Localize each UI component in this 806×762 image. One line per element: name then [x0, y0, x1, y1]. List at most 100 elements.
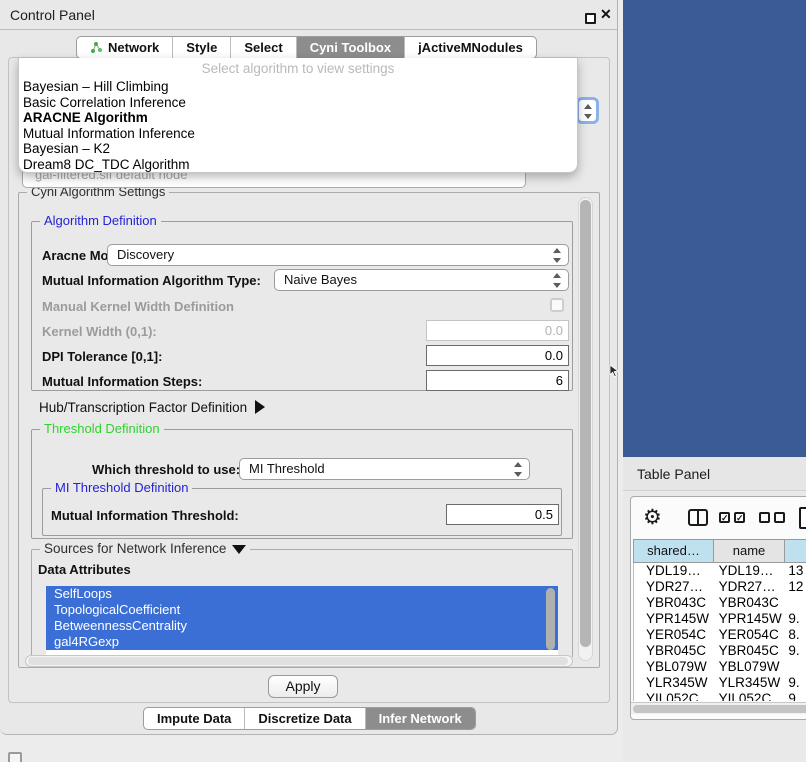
mouse-cursor — [609, 365, 621, 378]
algorithm-option[interactable]: Bayesian – K2 — [19, 141, 577, 157]
data-attribute-item[interactable]: SelfLoops — [46, 586, 558, 602]
which-threshold-combo[interactable]: MI Threshold — [239, 458, 530, 480]
table-horizontal-scrollbar[interactable] — [631, 702, 806, 714]
kernel-width-label: Kernel Width (0,1): — [42, 324, 157, 339]
table-cell[interactable]: 9. — [784, 643, 806, 659]
attribute-list-scrollbar[interactable] — [546, 588, 555, 650]
settings-horizontal-scrollbar[interactable] — [25, 655, 573, 667]
table-cell[interactable]: YDR27… — [714, 579, 785, 595]
column-header-shared-name[interactable]: shared… — [633, 540, 713, 562]
data-attribute-item[interactable]: BetweennessCentrality — [46, 618, 558, 634]
table-row[interactable]: YDL19…YDL19…13 — [634, 563, 806, 579]
mi-threshold-field[interactable]: 0.5 — [446, 504, 559, 525]
aracne-mode-combo[interactable]: Discovery — [107, 244, 569, 266]
table-cell[interactable]: YIL052C — [634, 691, 714, 701]
dpi-tolerance-value: 0.0 — [545, 348, 563, 363]
table-row[interactable]: YPR145WYPR145W9. — [634, 611, 806, 627]
column-header-partial[interactable]: A — [784, 540, 806, 562]
node-table: shared… name A YDL19…YDL19…13YDR27…YDR27… — [633, 539, 806, 701]
tab-discretize-data[interactable]: Discretize Data — [245, 708, 365, 729]
algorithm-option[interactable]: Basic Correlation Inference — [19, 95, 577, 111]
manual-kernel-checkbox[interactable] — [550, 298, 564, 312]
algorithm-option[interactable]: ARACNE Algorithm — [19, 110, 577, 126]
table-row[interactable]: YDR27…YDR27…12 — [634, 579, 806, 595]
table-cell[interactable]: 12 — [784, 579, 806, 595]
tab-label: Discretize Data — [258, 708, 351, 729]
dpi-tolerance-field[interactable]: 0.0 — [426, 345, 569, 366]
apply-button[interactable]: Apply — [268, 675, 338, 698]
settings-hscroll-thumb[interactable] — [28, 657, 568, 665]
data-attribute-item[interactable]: TopologicalCoefficient — [46, 602, 558, 618]
table-cell[interactable]: YBR043C — [634, 595, 714, 611]
mi-threshold-group: MI Threshold Definition Mutual Informati… — [42, 488, 562, 536]
data-attributes-list[interactable]: SelfLoopsTopologicalCoefficientBetweenne… — [46, 586, 558, 656]
table-cell[interactable]: YBR045C — [714, 643, 785, 659]
table-cell[interactable]: 13 — [784, 563, 806, 579]
table-cell[interactable]: 9. — [784, 675, 806, 691]
mi-type-value: Naive Bayes — [284, 272, 357, 287]
algorithm-option[interactable]: Mutual Information Inference — [19, 126, 577, 142]
settings-vscroll-thumb[interactable] — [580, 200, 591, 647]
unchecked-box-icon — [774, 512, 785, 523]
table-cell[interactable]: YBR043C — [714, 595, 785, 611]
file-icon[interactable] — [799, 507, 806, 529]
partial-checkbox-icon[interactable] — [8, 752, 22, 762]
table-cell[interactable]: YBL079W — [714, 659, 785, 675]
tab-network[interactable]: Network — [77, 37, 173, 58]
unchecked-box-icon — [759, 512, 770, 523]
table-cell[interactable]: YLR345W — [714, 675, 785, 691]
deselect-all-columns-icon[interactable] — [759, 512, 785, 523]
mi-steps-field[interactable]: 6 — [426, 370, 569, 391]
tab-select[interactable]: Select — [231, 37, 296, 58]
table-hscroll-thumb[interactable] — [633, 705, 806, 713]
table-cell[interactable]: YBL079W — [634, 659, 714, 675]
table-cell[interactable]: YPR145W — [634, 611, 714, 627]
tab-jactivemnodules[interactable]: jActiveMNodules — [405, 37, 536, 58]
table-cell[interactable]: YDL19… — [714, 563, 785, 579]
algorithm-option[interactable]: Dream8 DC_TDC Algorithm — [19, 157, 577, 173]
select-all-columns-icon[interactable]: ✓ ✓ — [719, 512, 745, 523]
sources-legend-row[interactable]: Sources for Network Inference — [40, 541, 250, 556]
table-cell[interactable]: YPR145W — [714, 611, 785, 627]
table-row[interactable]: YBR045CYBR045C9. — [634, 643, 806, 659]
table-row[interactable]: YBR043CYBR043C — [634, 595, 806, 611]
column-header-name[interactable]: name — [713, 540, 784, 562]
tab-infer-network[interactable]: Infer Network — [366, 708, 475, 729]
data-attribute-item[interactable]: gal4RGexp — [46, 634, 558, 650]
threshold-definition-legend: Threshold Definition — [40, 421, 164, 436]
table-cell[interactable]: YER054C — [634, 627, 714, 643]
dpi-tolerance-label: DPI Tolerance [0,1]: — [42, 349, 162, 364]
table-row[interactable]: YER054CYER054C8. — [634, 627, 806, 643]
float-window-icon[interactable] — [585, 13, 596, 24]
table-cell[interactable] — [784, 659, 806, 675]
tab-style[interactable]: Style — [173, 37, 231, 58]
node-table-header: shared… name A — [633, 539, 806, 563]
table-cell[interactable]: YER054C — [714, 627, 785, 643]
table-cell[interactable]: 9. — [784, 611, 806, 627]
table-cell[interactable]: 9. — [784, 691, 806, 701]
table-cell[interactable]: 8. — [784, 627, 806, 643]
close-icon[interactable]: ✕ — [600, 6, 612, 23]
table-cell[interactable] — [784, 595, 806, 611]
table-row[interactable]: YBL079WYBL079W — [634, 659, 806, 675]
tab-cyni-toolbox[interactable]: Cyni Toolbox — [297, 37, 405, 58]
settings-vertical-scrollbar[interactable] — [578, 197, 593, 661]
kernel-width-field[interactable]: 0.0 — [426, 320, 569, 341]
tab-impute-data[interactable]: Impute Data — [144, 708, 245, 729]
inference-algorithm-combo-fragment[interactable] — [576, 97, 599, 124]
table-cell[interactable]: YIL052C — [714, 691, 785, 701]
table-cell[interactable]: YDL19… — [634, 563, 714, 579]
table-row[interactable]: YLR345WYLR345W9. — [634, 675, 806, 691]
mi-type-label: Mutual Information Algorithm Type: — [42, 273, 261, 288]
mi-threshold-value: 0.5 — [535, 507, 553, 522]
hub-tf-expander[interactable]: Hub/Transcription Factor Definition — [39, 400, 265, 415]
algorithm-option[interactable]: Bayesian – Hill Climbing — [19, 79, 577, 95]
mi-type-combo[interactable]: Naive Bayes — [274, 269, 569, 291]
table-cell[interactable]: YBR045C — [634, 643, 714, 659]
table-cell[interactable]: YDR27… — [634, 579, 714, 595]
tab-label: Select — [244, 37, 282, 58]
gear-icon[interactable]: ⚙ — [643, 505, 662, 530]
table-row[interactable]: YIL052CYIL052C9. — [634, 691, 806, 701]
table-cell[interactable]: YLR345W — [634, 675, 714, 691]
column-layout-icon[interactable] — [688, 509, 708, 526]
